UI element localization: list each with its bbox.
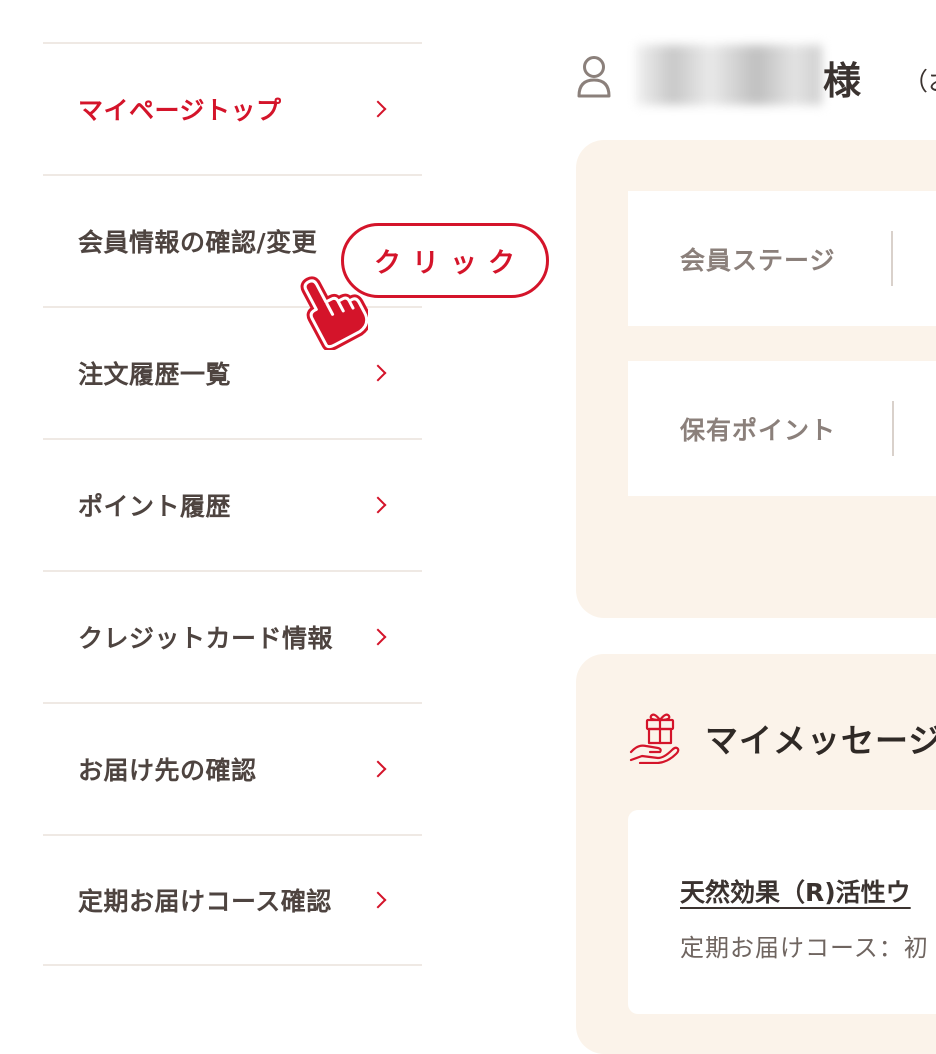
sidebar-item-mypage-top[interactable]: マイページトップ <box>43 42 422 174</box>
click-callout: クリック <box>341 223 549 298</box>
sidebar-item-point-history[interactable]: ポイント履歴 <box>43 438 422 570</box>
member-stage-label: 会員ステージ <box>680 245 836 275</box>
chevron-right-icon <box>369 364 387 382</box>
message-link[interactable]: 天然効果（R)活性ウ <box>680 873 911 909</box>
my-message-title: マイメッセージ <box>705 721 936 760</box>
divider <box>891 231 893 286</box>
sidebar-nav: マイページトップ 会員情報の確認/変更 注文履歴一覧 ポイント履歴 クレジットカ… <box>43 42 422 966</box>
points-card: 保有ポイント <box>628 361 936 496</box>
name-honorific: 様 <box>823 59 862 103</box>
points-label: 保有ポイント <box>680 415 837 445</box>
chevron-right-icon <box>369 891 387 909</box>
sidebar-item-label: 定期お届けコース確認 <box>78 887 332 916</box>
sidebar-item-delivery-address[interactable]: お届け先の確認 <box>43 702 422 834</box>
chevron-right-icon <box>369 628 387 646</box>
sidebar-item-label: ポイント履歴 <box>78 492 232 521</box>
sidebar-item-label: 会員情報の確認/変更 <box>78 228 318 257</box>
member-stage-card: 会員ステージ <box>628 191 936 326</box>
sidebar-item-subscription-course[interactable]: 定期お届けコース確認 <box>43 834 422 966</box>
sidebar-item-label: クレジットカード情報 <box>78 624 334 653</box>
sidebar-item-label: お届け先の確認 <box>78 756 257 785</box>
callout-label: クリック <box>374 248 526 279</box>
sidebar-item-label: 注文履歴一覧 <box>78 360 232 389</box>
sidebar-item-label: マイページトップ <box>78 96 282 125</box>
sidebar-item-credit-card[interactable]: クレジットカード情報 <box>43 570 422 702</box>
user-name-redacted <box>636 45 822 105</box>
user-icon <box>577 56 611 98</box>
chevron-right-icon <box>369 496 387 514</box>
chevron-right-icon <box>369 760 387 778</box>
pointing-hand-icon <box>300 276 368 350</box>
message-subtext: 定期お届けコース：初 <box>680 934 929 962</box>
divider <box>892 401 894 456</box>
gift-hand-icon <box>629 713 680 764</box>
message-card <box>628 810 936 1014</box>
chevron-right-icon <box>369 100 387 118</box>
header-extra-text: （お <box>903 67 936 96</box>
